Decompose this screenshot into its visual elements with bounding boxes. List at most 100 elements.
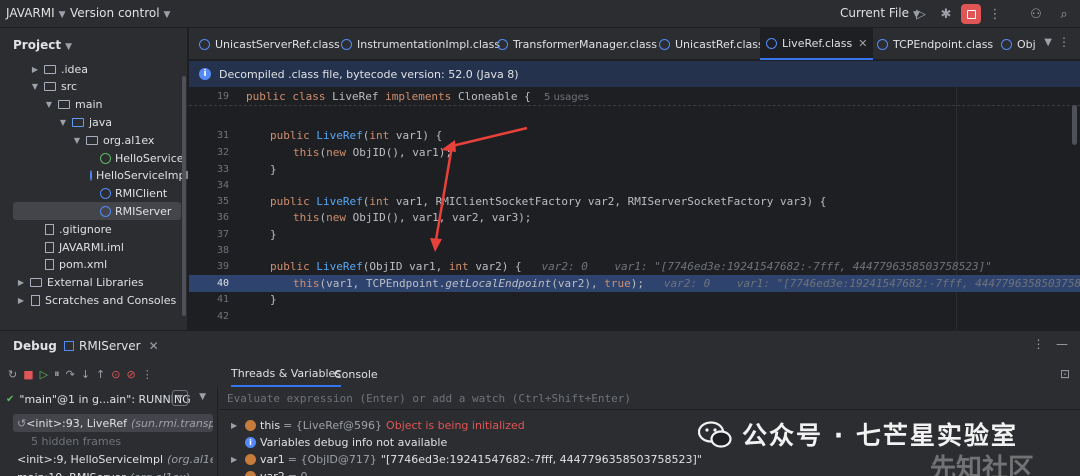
stack-frame[interactable]: main:10, RMIServer (org.al1ex) — [13, 468, 213, 476]
debug-icon[interactable]: ✱ — [936, 4, 956, 24]
stop-button[interactable] — [961, 4, 981, 24]
tree-item[interactable]: HelloServiceImpl — [0, 167, 189, 185]
add-user-icon[interactable]: ⚇ — [1026, 4, 1046, 24]
variable-row-var2[interactable]: var2 = 0 — [245, 468, 308, 476]
tree-item[interactable]: ▼ org.al1ex — [0, 131, 188, 149]
expand-arrow-icon[interactable]: ▶ — [231, 421, 245, 430]
more-vertical-icon[interactable]: ⋮ — [142, 368, 153, 381]
step-over-icon[interactable]: ↷ — [66, 368, 75, 381]
rerun-icon[interactable]: ↻ — [8, 368, 17, 381]
frame-package: (org.al1ex) — [167, 452, 213, 466]
run-config-label: Current File — [840, 6, 909, 20]
tree-item[interactable]: ▼ java — [0, 113, 188, 131]
frame-package: (org.al1ex) — [130, 471, 190, 476]
editor-scrollbar[interactable] — [1072, 105, 1077, 145]
step-out-icon[interactable]: ↑ — [96, 368, 105, 381]
tab-instrumentationimpl-class[interactable]: InstrumentationImpl.class — [341, 28, 500, 60]
thread-label: "main"@1 in g...ain": RUNNING — [19, 392, 191, 406]
run-icon[interactable]: ▷ — [911, 4, 931, 24]
close-icon[interactable]: ✕ — [858, 37, 867, 50]
file-icon — [45, 223, 54, 235]
tab-threads-variables[interactable]: Threads & Variables — [231, 361, 342, 387]
tab-transformermanager-class[interactable]: TransformerManager.class — [497, 28, 657, 60]
pause-icon[interactable]: ⏸ — [54, 367, 60, 381]
thread-selector[interactable]: ✔ "main"@1 in g...ain": RUNNING ⏷ ▼ — [6, 389, 212, 409]
class-icon — [100, 188, 111, 200]
variable-row-var1[interactable]: ▶ var1 = {ObjID@717} "[7746ed3e:19241547… — [231, 451, 702, 468]
stack-frame[interactable]: <init>:9, HelloServiceImpl(org.al1ex) — [13, 450, 213, 468]
more-vertical-icon[interactable]: ⋮ — — [1033, 337, 1068, 351]
chevron-down-icon[interactable]: ▼ — [199, 392, 206, 402]
tree-item[interactable]: pom.xml — [0, 256, 188, 274]
tab-obj[interactable]: Obj — [1001, 28, 1036, 60]
info-icon: i — [245, 437, 256, 448]
variable-value: = 0 — [288, 470, 308, 476]
chevron-right-icon[interactable]: ▶ — [30, 65, 40, 74]
debug-session-tab[interactable]: RMIServer ✕ — [64, 339, 159, 353]
line-number: 31 — [216, 129, 229, 141]
tree-item[interactable]: ▼ src — [0, 78, 188, 96]
close-icon[interactable]: ✕ — [149, 339, 159, 353]
chevron-down-icon: ▼ — [65, 42, 72, 52]
tab-unicastref-class[interactable]: UnicastRef.class — [659, 28, 764, 60]
chevron-down-icon[interactable]: ▼ — [58, 118, 68, 127]
code-token: } — [270, 162, 277, 176]
run-config-selector[interactable]: Current File ▼ — [840, 6, 920, 20]
tree-item[interactable]: ▶ External Libraries — [0, 274, 188, 292]
mute-breakpoints-icon[interactable]: ⊘ — [126, 368, 135, 381]
tree-item[interactable]: ▶ Scratches and Consoles — [0, 291, 188, 309]
line-number: 38 — [216, 244, 229, 256]
more-vertical-icon[interactable]: ⋮ — [985, 4, 1005, 24]
resume-icon[interactable]: ▷ — [40, 368, 48, 381]
tree-item-label: src — [61, 80, 78, 94]
stop-icon[interactable]: ■ — [23, 368, 33, 381]
tab-console[interactable]: Console — [334, 361, 378, 387]
project-panel-header[interactable]: Project ▼ — [13, 38, 72, 52]
search-icon[interactable]: ⌕ — [1054, 4, 1074, 24]
expand-arrow-icon[interactable]: ▶ — [231, 455, 245, 464]
code-token: this — [293, 145, 320, 159]
code-token: getLocalEndpoint — [445, 276, 552, 290]
variable-row-this[interactable]: ▶ this = {LiveRef@596} Object is being i… — [231, 417, 525, 434]
line-number: 37 — [216, 228, 229, 240]
evaluate-expression-input[interactable]: Evaluate expression (Enter) or add a wat… — [219, 388, 1080, 410]
frame-method: 5 hidden frames — [31, 434, 122, 448]
code-token: int — [369, 128, 396, 142]
tab-liveref-class[interactable]: LiveRef.class ✕ — [760, 28, 874, 60]
tree-item[interactable]: ▼ main — [0, 96, 188, 114]
usages-hint[interactable]: 5 usages — [544, 92, 589, 103]
tab-unicastserverref-class[interactable]: UnicastServerRef.class — [199, 28, 340, 60]
chevron-down-icon[interactable]: ▼ — [72, 136, 82, 145]
chevron-down-icon[interactable]: ▼ — [44, 100, 54, 109]
tabs-dropdown-icon[interactable]: ▼ — [1044, 37, 1052, 48]
step-into-icon[interactable]: ↓ — [81, 368, 90, 381]
parameter-icon — [245, 454, 256, 465]
more-vertical-icon[interactable]: ⋮ — [1058, 35, 1070, 49]
line-number: 40 — [216, 277, 229, 289]
tab-tcpendpoint-class[interactable]: TCPEndpoint.class — [877, 28, 993, 60]
filter-icon[interactable]: ⏷ — [172, 390, 188, 406]
code-line: 38 — [189, 242, 1080, 259]
line-number: 19 — [216, 90, 229, 102]
tree-item[interactable]: RMIClient — [0, 185, 188, 203]
code-editor[interactable]: 19 public class LiveRef implements Clone… — [189, 87, 1080, 330]
code-token: public — [270, 128, 317, 142]
eval-placeholder: Evaluate expression (Enter) or add a wat… — [227, 392, 631, 405]
chevron-down-icon[interactable]: ▼ — [30, 82, 40, 91]
variable-info-text: Variables debug info not available — [260, 436, 448, 449]
variable-value: "[7746ed3e:19241547682:-7fff, 4447796358… — [380, 453, 702, 466]
restore-layout-icon[interactable]: ⊡ — [1060, 367, 1070, 381]
tree-item[interactable]: ▶ .idea — [0, 60, 188, 78]
vcs-menu[interactable]: Version control ▼ — [70, 6, 170, 20]
chevron-right-icon[interactable]: ▶ — [16, 278, 26, 287]
stack-frame[interactable]: 5 hidden frames — [13, 432, 213, 450]
tree-item[interactable]: RMIServer — [13, 202, 181, 221]
project-scrollbar[interactable] — [182, 76, 186, 316]
stack-frame[interactable]: ↺ <init>:93, LiveRef (sun.rmi.transport) — [13, 414, 213, 432]
tree-item[interactable]: .gitignore — [0, 220, 188, 238]
tree-item[interactable]: JAVARMI.iml — [0, 238, 188, 256]
project-switcher[interactable]: JAVARMI ▼ — [6, 6, 66, 20]
tree-item[interactable]: HelloService — [0, 149, 188, 167]
breakpoints-icon[interactable]: ⊙ — [111, 368, 120, 381]
chevron-right-icon[interactable]: ▶ — [16, 296, 26, 305]
